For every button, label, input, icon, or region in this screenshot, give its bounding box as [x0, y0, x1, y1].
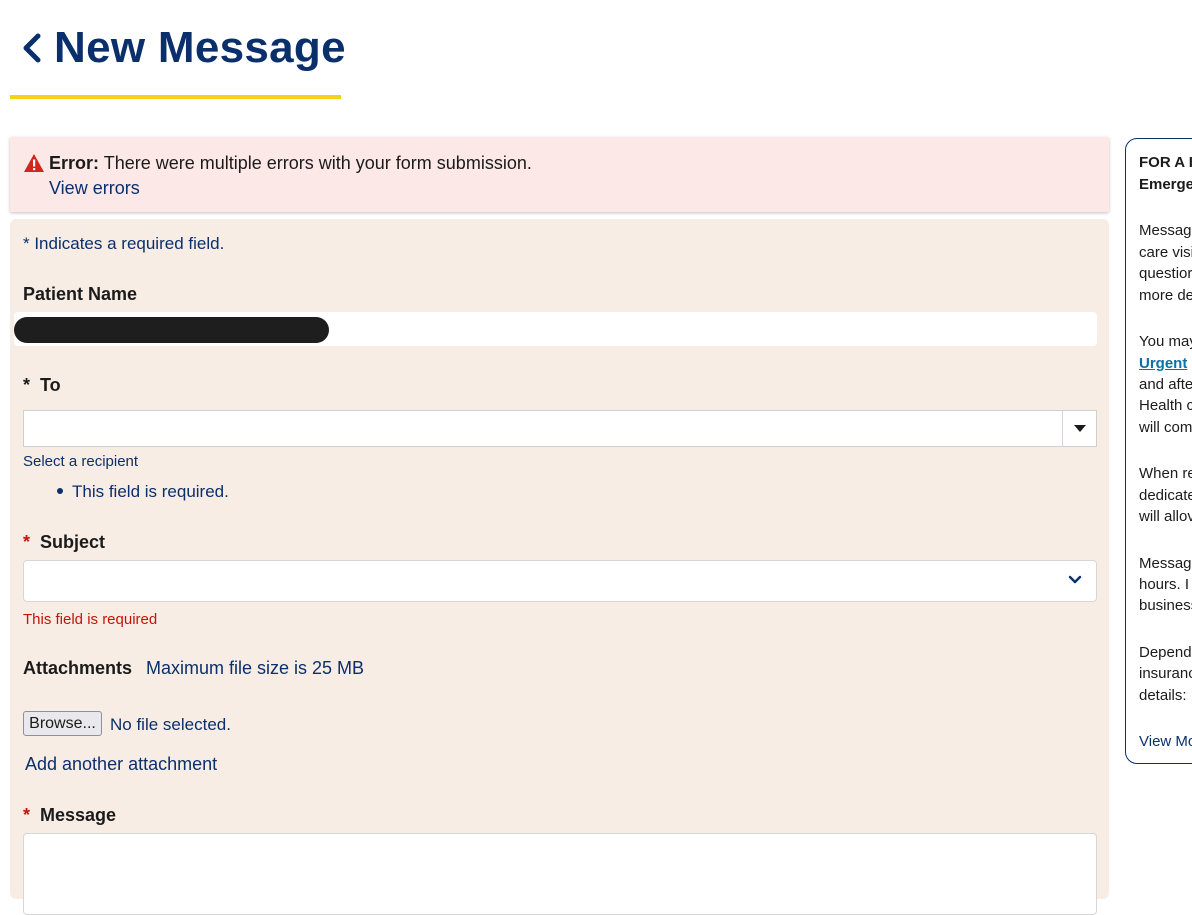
side-line: business	[1139, 597, 1192, 614]
title-underline	[10, 95, 341, 99]
to-label-text: To	[40, 375, 61, 395]
attachments-label: Attachments	[23, 658, 133, 678]
subject-select[interactable]	[23, 560, 1097, 602]
side-line: Messag	[1139, 555, 1192, 572]
urgent-care-link[interactable]: Urgent	[1139, 355, 1187, 372]
error-banner: Error: There were multiple errors with y…	[10, 137, 1109, 212]
side-line: Depend	[1139, 644, 1192, 661]
side-line: more de	[1139, 287, 1192, 304]
error-message: Error: There were multiple errors with y…	[49, 153, 532, 174]
side-line: will com	[1139, 419, 1192, 436]
message-textarea[interactable]	[23, 833, 1097, 915]
side-line: Emerge	[1139, 176, 1192, 193]
attachment-size-note: Maximum file size is 25 MB	[146, 658, 365, 678]
side-line: details:	[1139, 687, 1187, 704]
side-line: questior	[1139, 265, 1192, 282]
required-star: *	[23, 805, 31, 825]
to-label: * To	[23, 375, 61, 396]
side-line: will allov	[1139, 508, 1192, 525]
side-line: When re	[1139, 465, 1192, 482]
side-line: You may	[1139, 333, 1192, 350]
caret-down-icon[interactable]	[1074, 425, 1086, 432]
view-more-link[interactable]: View Mo	[1139, 733, 1192, 750]
view-errors-link[interactable]: View errors	[49, 178, 140, 199]
required-star: *	[23, 532, 31, 552]
required-star: *	[23, 375, 31, 395]
error-label: Error:	[49, 153, 100, 173]
side-line: Messag	[1139, 222, 1192, 239]
subject-error: This field is required	[23, 611, 158, 628]
warning-triangle-icon	[24, 154, 44, 172]
side-line: insuranc	[1139, 665, 1192, 682]
message-label: * Message	[23, 805, 116, 826]
to-error: This field is required.	[57, 482, 229, 502]
file-status: No file selected.	[110, 715, 231, 734]
message-form: * Indicates a required field. Patient Na…	[10, 219, 1109, 915]
to-recipient-select[interactable]	[23, 410, 1097, 447]
to-hint: Select a recipient	[23, 453, 139, 470]
chevron-left-icon[interactable]	[20, 28, 46, 68]
page-title: New Message	[54, 23, 346, 72]
redacted-patient-name	[14, 317, 329, 343]
page-header: New Message	[20, 20, 346, 76]
patient-name-label: Patient Name	[23, 284, 138, 304]
select-divider	[1062, 411, 1063, 446]
side-line: FOR A I	[1139, 154, 1192, 171]
subject-label: * Subject	[23, 532, 105, 553]
info-side-panel: FOR A I Emerge Messag care visi questior…	[1125, 138, 1192, 764]
side-line: hours. I	[1139, 576, 1190, 593]
required-field-note: * Indicates a required field.	[23, 234, 225, 253]
subject-label-text: Subject	[40, 532, 106, 552]
side-line: Health c	[1139, 397, 1192, 414]
add-attachment-link[interactable]: Add another attachment	[25, 754, 217, 775]
chevron-down-icon[interactable]	[1068, 573, 1082, 587]
message-label-text: Message	[40, 805, 117, 825]
browse-button[interactable]: Browse...	[23, 711, 102, 736]
side-line: dedicate	[1139, 487, 1192, 504]
side-line: and afte	[1139, 376, 1192, 393]
side-line: care visi	[1139, 244, 1192, 261]
error-description: There were multiple errors with your for…	[103, 153, 532, 173]
